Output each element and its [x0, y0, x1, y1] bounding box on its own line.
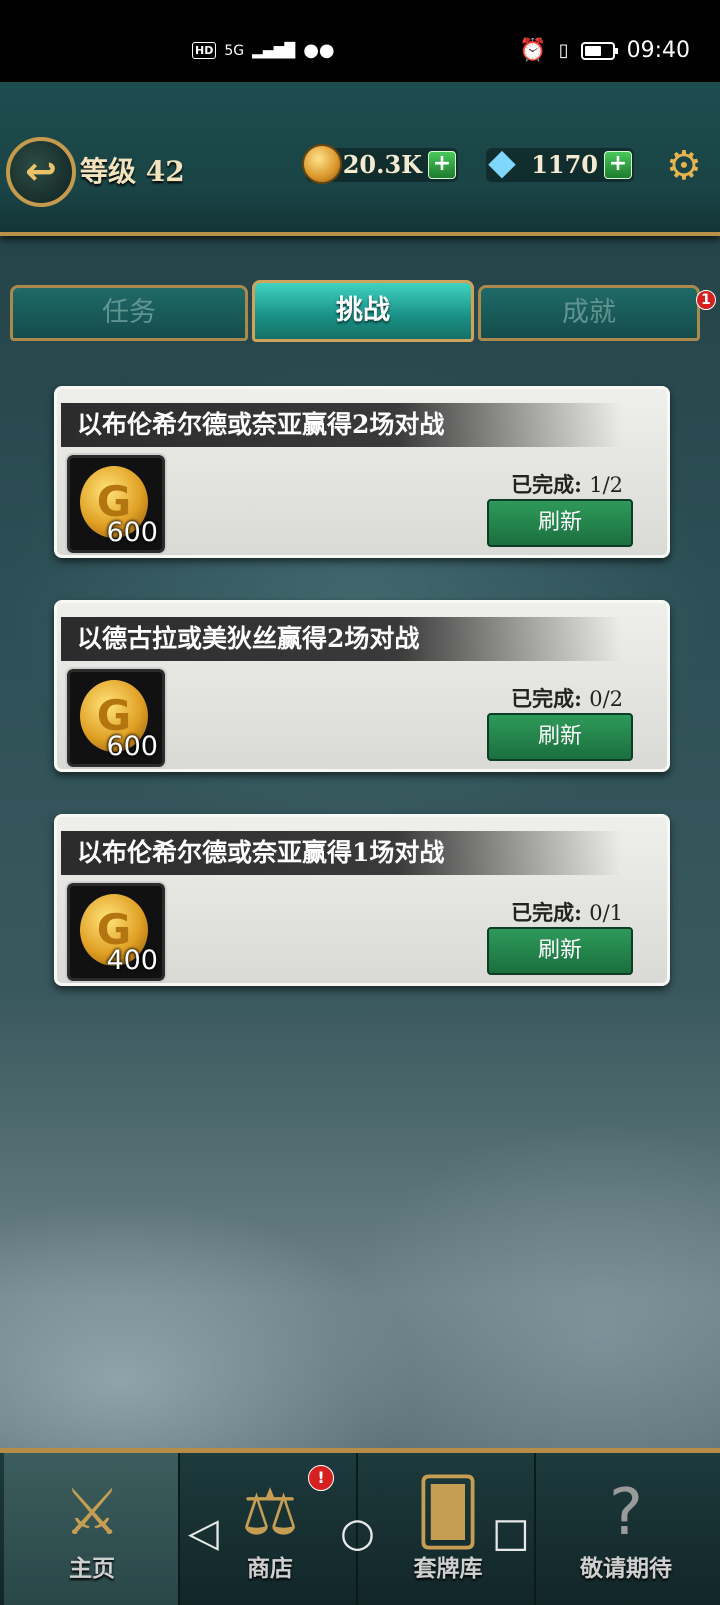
status-left: HD 5G ▂▄▆█ ●● [192, 40, 335, 61]
top-header: ↩ 等级 42 20.3K + ◆ 1170 + ⚙ [0, 82, 720, 236]
reward-amount: 600 [106, 731, 158, 762]
system-home-icon[interactable]: ○ [340, 1510, 375, 1556]
reward-box: G 600 [65, 667, 167, 769]
system-recents-icon[interactable]: □ [492, 1510, 530, 1556]
task-card: 以布伦希尔德或奈亚赢得1场对战 G 400 已完成: 0/1 刷新 [54, 814, 670, 986]
scales-icon: ⚖ [241, 1476, 299, 1550]
reward-box: G 400 [65, 881, 167, 983]
signal-indicator: 5G [224, 42, 245, 59]
progress-label: 已完成: [511, 472, 582, 497]
coin-balance: 20.3K + [302, 144, 458, 184]
cards-icon: 🂠 [415, 1476, 481, 1550]
system-back-icon[interactable]: ◁ [188, 1510, 219, 1556]
task-progress: 已完成: 1/2 [511, 469, 623, 499]
shop-alert-badge: ! [308, 1465, 334, 1491]
vibrate-icon: ▯ [558, 40, 569, 61]
progress-value: 1/2 [589, 473, 623, 497]
question-icon: ? [609, 1476, 643, 1550]
add-coins-button[interactable]: + [428, 151, 456, 179]
coin-icon [302, 144, 342, 184]
crossed-swords-icon: ⚔ [63, 1476, 121, 1550]
reward-box: G 600 [65, 453, 167, 555]
nav-coming-soon[interactable]: ? 敬请期待 [538, 1453, 714, 1605]
refresh-button[interactable]: 刷新 [487, 499, 633, 547]
refresh-button[interactable]: 刷新 [487, 927, 633, 975]
battery-icon [580, 41, 618, 60]
tab-challenges-label: 挑战 [336, 295, 390, 326]
add-gems-button[interactable]: + [604, 151, 632, 179]
settings-gear-icon[interactable]: ⚙ [666, 146, 702, 186]
tab-achievements-label: 成就 [562, 297, 616, 328]
diamond-icon: ◆ [488, 142, 516, 183]
wechat-icon: ●● [303, 40, 335, 61]
alarm-icon: ⏰ [519, 38, 547, 63]
progress-label: 已完成: [511, 686, 582, 711]
tab-achievements[interactable]: 成就 [478, 285, 700, 341]
progress-value: 0/2 [589, 687, 623, 711]
nav-home[interactable]: ⚔ 主页 [4, 1453, 180, 1605]
hd-indicator: HD [192, 42, 217, 59]
gem-amount: 1170 [531, 150, 598, 179]
clock: 09:40 [626, 38, 690, 63]
player-level: 等级 42 [80, 155, 185, 188]
signal-bars-icon: ▂▄▆█ [252, 42, 296, 59]
progress-label: 已完成: [511, 900, 582, 925]
task-progress: 已完成: 0/1 [511, 897, 623, 927]
reward-amount: 400 [106, 945, 158, 976]
task-title: 以布伦希尔德或奈亚赢得1场对战 [61, 831, 621, 875]
status-bar: HD 5G ▂▄▆█ ●● ⏰ ▯ 09:40 [0, 0, 720, 82]
gem-balance: ◆ 1170 + [486, 144, 634, 182]
coin-amount: 20.3K [342, 150, 422, 179]
status-right: ⏰ ▯ 09:40 [519, 38, 690, 63]
tab-tasks[interactable]: 任务 [10, 285, 248, 341]
back-arrow-icon[interactable]: ↩ [6, 137, 76, 207]
reward-amount: 600 [106, 517, 158, 548]
tab-tasks-label: 任务 [102, 297, 156, 328]
task-title: 以德古拉或美狄丝赢得2场对战 [61, 617, 621, 661]
refresh-button[interactable]: 刷新 [487, 713, 633, 761]
task-card: 以德古拉或美狄丝赢得2场对战 G 600 已完成: 0/2 刷新 [54, 600, 670, 772]
nav-home-label: 主页 [69, 1556, 115, 1582]
task-progress: 已完成: 0/2 [511, 683, 623, 713]
nav-coming-soon-label: 敬请期待 [580, 1556, 672, 1582]
progress-value: 0/1 [589, 901, 623, 925]
achievements-badge: 1 [696, 290, 716, 310]
task-card: 以布伦希尔德或奈亚赢得2场对战 G 600 已完成: 1/2 刷新 [54, 386, 670, 558]
tab-challenges[interactable]: 挑战 [252, 280, 474, 342]
task-title: 以布伦希尔德或奈亚赢得2场对战 [61, 403, 621, 447]
